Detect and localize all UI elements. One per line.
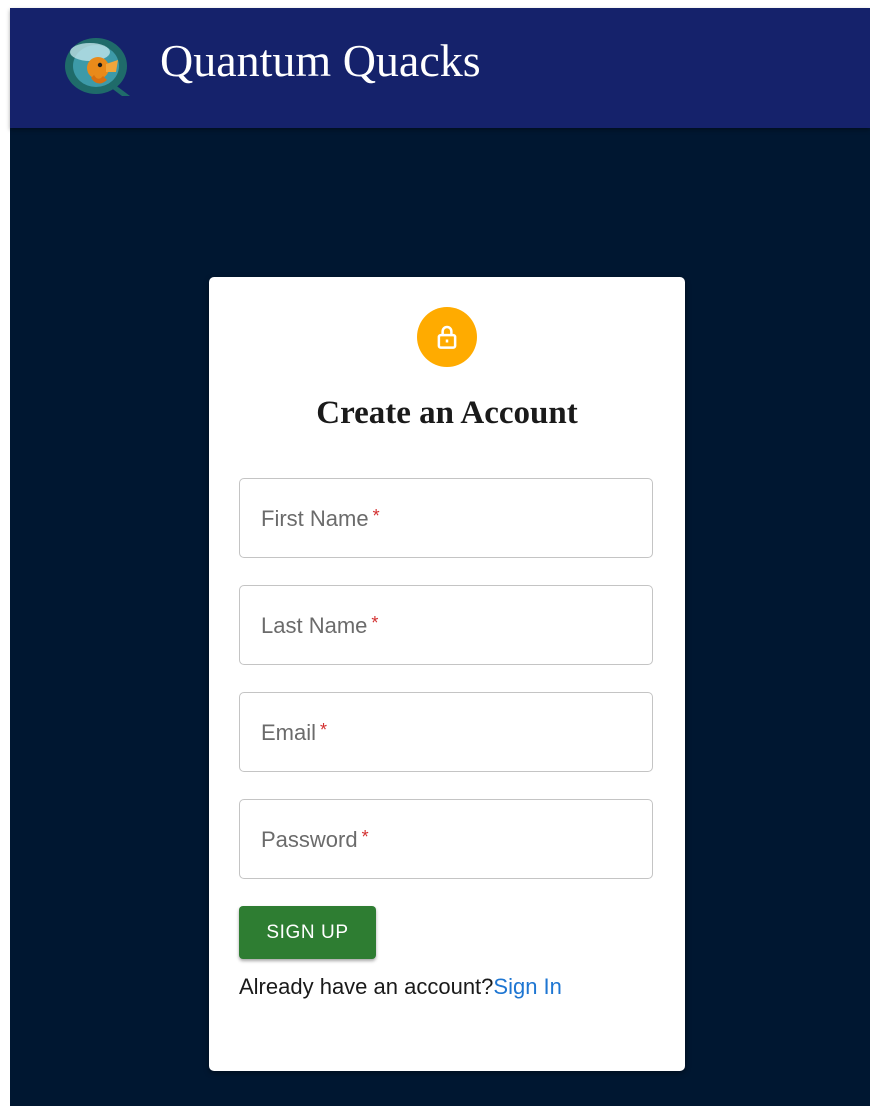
password-label-text: Password	[261, 827, 358, 852]
first-name-field[interactable]: First Name *	[239, 478, 653, 558]
app-root: Quantum Quacks Create an Account First N…	[10, 8, 870, 1106]
sign-in-link[interactable]: Sign In	[493, 974, 562, 999]
first-name-label: First Name *	[261, 506, 380, 532]
lock-icon	[437, 325, 457, 349]
last-name-field[interactable]: Last Name *	[239, 585, 653, 665]
sign-up-button[interactable]: SIGN UP	[239, 906, 376, 959]
sign-in-prompt: Already have an account?Sign In	[239, 974, 562, 1000]
required-asterisk: *	[320, 720, 328, 740]
required-asterisk: *	[361, 827, 369, 847]
password-field[interactable]: Password *	[239, 799, 653, 879]
quantum-quacks-logo-icon[interactable]	[60, 30, 136, 98]
last-name-label-text: Last Name	[261, 613, 368, 638]
email-label-text: Email	[261, 720, 317, 745]
brand-name[interactable]: Quantum Quacks	[160, 38, 481, 84]
required-asterisk: *	[372, 506, 380, 526]
password-label: Password *	[261, 827, 369, 853]
last-name-label: Last Name *	[261, 613, 378, 639]
required-asterisk: *	[371, 613, 379, 633]
page-title: Create an Account	[316, 395, 578, 431]
first-name-label-text: First Name	[261, 506, 369, 531]
signup-card: Create an Account First Name * Last Name *…	[209, 277, 685, 1071]
email-field[interactable]: Email *	[239, 692, 653, 772]
app-header: Quantum Quacks	[10, 8, 870, 128]
sign-in-prompt-text: Already have an account?	[239, 974, 494, 999]
lock-avatar	[417, 307, 477, 367]
email-label: Email *	[261, 720, 327, 746]
